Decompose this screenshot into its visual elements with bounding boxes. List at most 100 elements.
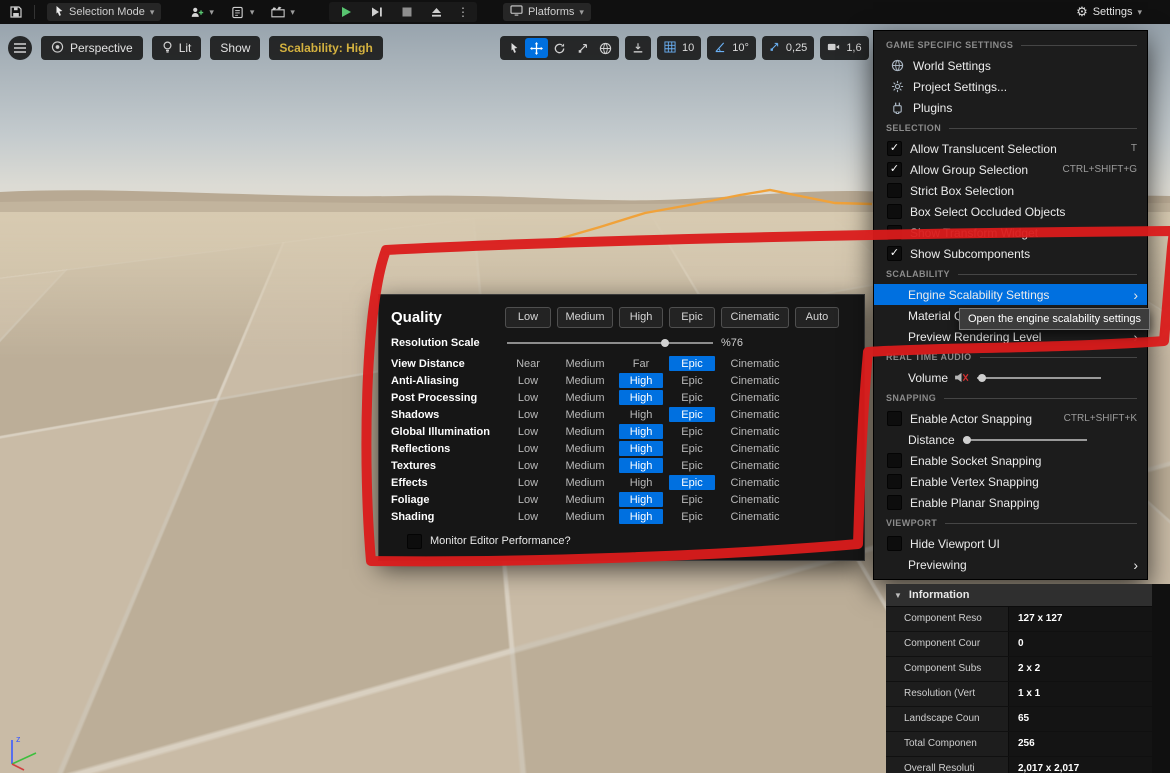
checkbox-icon[interactable] <box>887 204 902 219</box>
checkbox-icon[interactable] <box>887 225 902 240</box>
monitor-performance-checkbox[interactable] <box>407 533 422 549</box>
checkbox-icon[interactable] <box>887 536 902 551</box>
quality-preset-epic[interactable]: Epic <box>669 306 715 328</box>
quality-cell-view-distance-medium[interactable]: Medium <box>557 356 613 371</box>
quality-cell-shading-medium[interactable]: Medium <box>557 509 613 524</box>
camera-speed-button[interactable]: 1,6 <box>820 36 869 60</box>
checkbox-icon[interactable] <box>887 453 902 468</box>
quality-cell-shading-high[interactable]: High <box>619 509 663 524</box>
menu-item-show-transform-widget[interactable]: Show Transform Widget <box>874 222 1147 243</box>
quality-cell-reflections-high[interactable]: High <box>619 441 663 456</box>
quality-cell-effects-cinematic[interactable]: Cinematic <box>721 475 789 490</box>
quality-preset-auto[interactable]: Auto <box>795 306 839 328</box>
quality-cell-textures-cinematic[interactable]: Cinematic <box>721 458 789 473</box>
quality-cell-shading-epic[interactable]: Epic <box>669 509 715 524</box>
menu-item-hide-viewport-ui[interactable]: Hide Viewport UI <box>874 533 1147 554</box>
quality-cell-shading-cinematic[interactable]: Cinematic <box>721 509 789 524</box>
eject-icon[interactable] <box>427 2 447 22</box>
menu-item-strict-box-selection[interactable]: Strict Box Selection <box>874 180 1147 201</box>
quality-cell-shadows-cinematic[interactable]: Cinematic <box>721 407 789 422</box>
slider-knob[interactable] <box>963 435 972 444</box>
quality-cell-post-processing-epic[interactable]: Epic <box>669 390 715 405</box>
slider[interactable] <box>962 435 1087 445</box>
selection-mode-dropdown[interactable]: Selection Mode ▾ <box>47 3 162 21</box>
cinematics-button[interactable]: ▾ <box>268 2 295 22</box>
quality-cell-foliage-low[interactable]: Low <box>505 492 551 507</box>
quality-cell-global-illumination-medium[interactable]: Medium <box>557 424 613 439</box>
quality-cell-anti-aliasing-medium[interactable]: Medium <box>557 373 613 388</box>
menu-item-allow-group-selection[interactable]: ✓ Allow Group Selection CTRL+SHIFT+G <box>874 159 1147 180</box>
quality-cell-foliage-epic[interactable]: Epic <box>669 492 715 507</box>
lit-button[interactable]: Lit <box>151 36 202 60</box>
select-tool[interactable] <box>502 38 525 58</box>
menu-item-enable-planar-snapping[interactable]: Enable Planar Snapping <box>874 492 1147 513</box>
menu-item-plugins[interactable]: Plugins <box>874 97 1147 118</box>
menu-item-world-settings[interactable]: World Settings <box>874 55 1147 76</box>
menu-item-enable-actor-snapping[interactable]: Enable Actor Snapping CTRL+SHIFT+K <box>874 408 1147 429</box>
quality-cell-anti-aliasing-cinematic[interactable]: Cinematic <box>721 373 789 388</box>
quality-cell-post-processing-high[interactable]: High <box>619 390 663 405</box>
menu-item-allow-translucent-selection[interactable]: ✓ Allow Translucent Selection T <box>874 138 1147 159</box>
quality-preset-low[interactable]: Low <box>505 306 551 328</box>
menu-item-show-subcomponents[interactable]: ✓ Show Subcomponents <box>874 243 1147 264</box>
rotation-snap-button[interactable]: 10° <box>707 36 756 60</box>
menu-item-enable-vertex-snapping[interactable]: Enable Vertex Snapping <box>874 471 1147 492</box>
quality-cell-shadows-medium[interactable]: Medium <box>557 407 613 422</box>
grid-snap-button[interactable]: 10 <box>657 36 702 60</box>
quality-cell-view-distance-near[interactable]: Near <box>505 356 551 371</box>
menu-item-project-settings[interactable]: Project Settings... <box>874 76 1147 97</box>
menu-item-engine-scalability-settings[interactable]: Engine Scalability Settings › <box>874 284 1147 305</box>
show-button[interactable]: Show <box>210 36 261 60</box>
muted-speaker-icon[interactable] <box>954 372 969 383</box>
quality-cell-global-illumination-epic[interactable]: Epic <box>669 424 715 439</box>
quality-cell-view-distance-far[interactable]: Far <box>619 356 663 371</box>
skip-icon[interactable] <box>367 2 387 22</box>
quality-cell-foliage-cinematic[interactable]: Cinematic <box>721 492 789 507</box>
move-tool[interactable] <box>525 38 548 58</box>
checkbox-icon[interactable] <box>887 411 902 426</box>
rotate-tool[interactable] <box>548 38 571 58</box>
platforms-dropdown[interactable]: Platforms ▾ <box>502 3 591 21</box>
checkbox-icon[interactable] <box>887 183 902 198</box>
play-icon[interactable] <box>337 2 357 22</box>
quality-cell-foliage-medium[interactable]: Medium <box>557 492 613 507</box>
quality-cell-view-distance-epic[interactable]: Epic <box>669 356 715 371</box>
quality-cell-post-processing-medium[interactable]: Medium <box>557 390 613 405</box>
quality-cell-reflections-low[interactable]: Low <box>505 441 551 456</box>
menu-item-volume[interactable]: Volume <box>874 367 1147 388</box>
quality-cell-global-illumination-cinematic[interactable]: Cinematic <box>721 424 789 439</box>
more-options-icon[interactable]: ⋮ <box>457 5 469 19</box>
quality-cell-reflections-cinematic[interactable]: Cinematic <box>721 441 789 456</box>
quality-cell-anti-aliasing-epic[interactable]: Epic <box>669 373 715 388</box>
blueprints-button[interactable]: ▾ <box>228 2 254 22</box>
quality-cell-view-distance-cinematic[interactable]: Cinematic <box>721 356 789 371</box>
quality-cell-textures-medium[interactable]: Medium <box>557 458 613 473</box>
checkbox-icon[interactable]: ✓ <box>887 246 902 261</box>
quality-cell-post-processing-low[interactable]: Low <box>505 390 551 405</box>
quality-cell-shadows-high[interactable]: High <box>619 407 663 422</box>
resolution-scale-slider[interactable] <box>505 337 715 349</box>
stop-icon[interactable] <box>397 2 417 22</box>
scale-snap-button[interactable]: 0,25 <box>761 36 815 60</box>
menu-item-previewing[interactable]: Previewing › <box>874 554 1147 575</box>
menu-item-box-select-occluded-objects[interactable]: Box Select Occluded Objects <box>874 201 1147 222</box>
quality-cell-reflections-epic[interactable]: Epic <box>669 441 715 456</box>
checkbox-icon[interactable] <box>887 495 902 510</box>
quality-cell-textures-low[interactable]: Low <box>505 458 551 473</box>
menu-item-distance[interactable]: Distance <box>874 429 1147 450</box>
slider-knob[interactable] <box>977 373 986 382</box>
quality-preset-medium[interactable]: Medium <box>557 306 613 328</box>
add-content-button[interactable]: ▾ <box>187 2 214 22</box>
quality-preset-cinematic[interactable]: Cinematic <box>721 306 789 328</box>
surface-snap-button[interactable] <box>625 36 651 60</box>
information-header[interactable]: ▼ Information <box>886 584 1152 607</box>
slider[interactable] <box>977 373 1102 383</box>
quality-cell-post-processing-cinematic[interactable]: Cinematic <box>721 390 789 405</box>
quality-cell-foliage-high[interactable]: High <box>619 492 663 507</box>
menu-item-enable-socket-snapping[interactable]: Enable Socket Snapping <box>874 450 1147 471</box>
quality-cell-effects-high[interactable]: High <box>619 475 663 490</box>
quality-cell-textures-high[interactable]: High <box>619 458 663 473</box>
scale-tool[interactable] <box>571 38 594 58</box>
settings-dropdown[interactable]: ⚙ Settings ▾ <box>1076 4 1142 20</box>
save-icon[interactable] <box>6 2 26 22</box>
